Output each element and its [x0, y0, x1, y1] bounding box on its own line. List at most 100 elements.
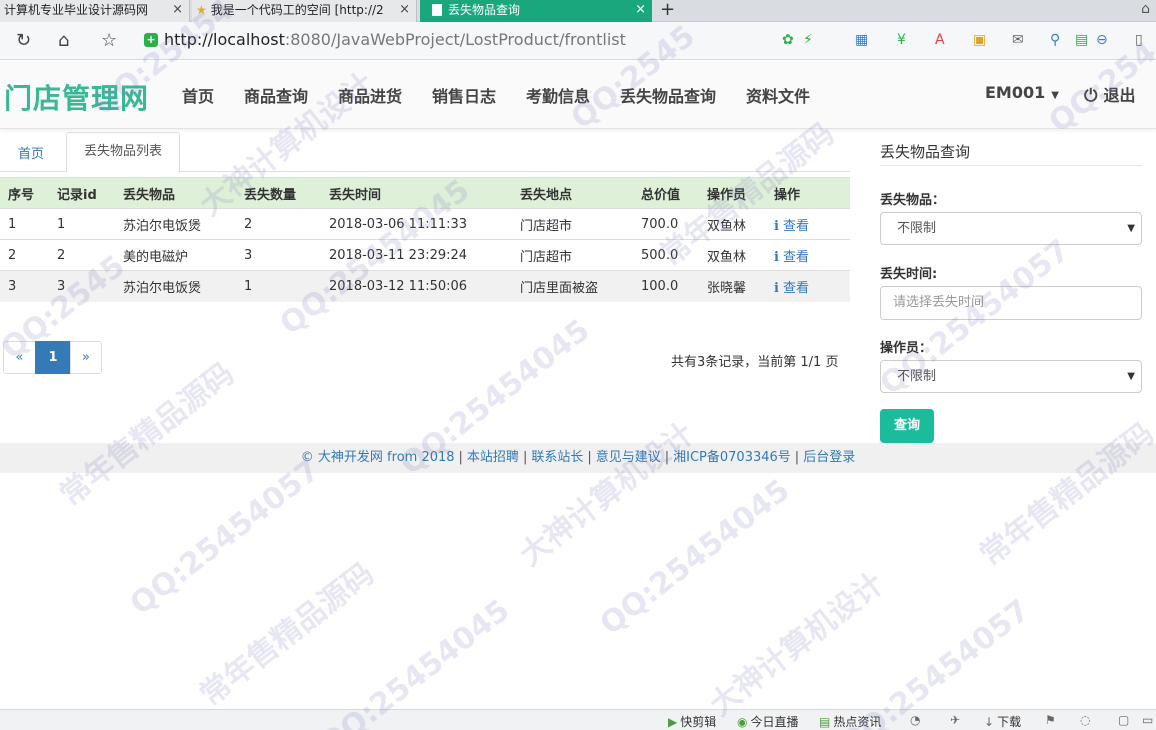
close-icon[interactable]: × [399, 0, 410, 20]
cell-index: 1 [0, 208, 49, 240]
rocket-icon[interactable]: ✈ [950, 713, 960, 727]
column-header: 丢失物品 [115, 177, 236, 209]
footer-copyright[interactable]: © 大神开发网 from 2018 [301, 450, 455, 465]
watermark-text: QQ:25454057 [123, 452, 327, 623]
user-name: EM001 [985, 83, 1046, 102]
circle-play-icon: ◉ [737, 715, 748, 729]
site-brand[interactable]: 门店管理网 [4, 77, 149, 117]
search-icon[interactable]: ⚲ [1050, 32, 1060, 48]
apps-icon[interactable]: ▦ [855, 32, 868, 48]
view-link[interactable]: i 查看 [774, 219, 809, 234]
page-1-button[interactable]: 1 [35, 341, 71, 374]
search-panel-title: 丢失物品查询 [880, 143, 971, 161]
zoom-icon[interactable]: ▭ [1142, 713, 1153, 727]
document-icon [432, 4, 442, 16]
url-field[interactable]: + http://localhost:8080/JavaWebProject/L… [140, 28, 840, 54]
column-header: 序号 [0, 177, 49, 209]
download-button[interactable]: ↓ 下载 [984, 713, 1021, 730]
reader-icon[interactable]: ▤ [1075, 32, 1088, 48]
tab-title: 计算机专业毕业设计源码网 [4, 3, 149, 17]
footer-link-icp[interactable]: 湘ICP备0703346号 [673, 450, 791, 465]
cell-value: 500.0 [633, 239, 699, 271]
site-footer: © 大神开发网 from 2018 | 本站招聘 | 联系站长 | 意见与建议 | 湘ICP备0… [0, 443, 1156, 473]
browser-tab-active[interactable]: 丢失物品查询 × [420, 0, 652, 22]
browser-tab[interactable]: 计算机专业毕业设计源码网 × [0, 0, 190, 22]
home-icon[interactable]: ⌂ [58, 30, 69, 51]
live-button[interactable]: ◉ 今日直播 [737, 713, 799, 730]
cell-quantity: 3 [236, 239, 321, 271]
flag-icon[interactable]: ⚑ [1045, 713, 1056, 727]
nav-item-documents[interactable]: 资料文件 [746, 83, 810, 107]
download-icon: ↓ [984, 715, 995, 729]
breadcrumb: 首页 丢失物品列表 [0, 130, 850, 173]
minus-circle-icon[interactable]: ⊖ [1096, 32, 1108, 48]
product-select-value: 不限制 [897, 221, 937, 236]
info-icon: i [774, 218, 779, 234]
cell-operator: 双鱼林 [699, 208, 766, 240]
cell-place: 门店超市 [512, 239, 633, 271]
nav-item-home[interactable]: 首页 [182, 83, 214, 107]
close-icon[interactable]: × [172, 0, 183, 20]
breadcrumb-home[interactable]: 首页 [18, 143, 44, 162]
extension-icon[interactable]: ✿ [782, 32, 794, 48]
cell-quantity: 2 [236, 208, 321, 240]
cell-action: i 查看 [766, 208, 850, 240]
phone-icon[interactable]: ▯ [1135, 32, 1143, 48]
footer-link-feedback[interactable]: 意见与建议 [596, 450, 661, 465]
mail-icon[interactable]: ✉ [1012, 32, 1024, 48]
speed-icon[interactable]: ◔ [910, 713, 920, 727]
shirt-icon[interactable]: ⌂ [1141, 1, 1150, 17]
watermark-text: 常年售精品源码 [973, 416, 1156, 574]
screenshot-icon[interactable]: ▣ [973, 32, 986, 48]
nav-item-sales-log[interactable]: 销售日志 [432, 83, 496, 107]
query-button[interactable]: 查询 [880, 409, 934, 443]
nav-item-stock-in[interactable]: 商品进货 [338, 83, 402, 107]
cell-product: 苏泊尔电饭煲 [115, 208, 236, 240]
new-tab-button[interactable]: + [660, 0, 675, 20]
column-header: 丢失时间 [321, 177, 512, 209]
browser-tab-strip: 计算机专业毕业设计源码网 × ★ 我是一个代码工的空间 [http://2 × 丢… [0, 0, 1156, 22]
tab-lost-list[interactable]: 丢失物品列表 [66, 132, 180, 173]
table-row: 1 1 苏泊尔电饭煲 2 2018-03-06 11:11:33 门店超市 70… [0, 208, 850, 240]
browser-icon[interactable]: ◌ [1080, 713, 1090, 727]
operator-select[interactable]: 不限制 ▼ [880, 360, 1142, 393]
news-button[interactable]: ▤ 热点资讯 [819, 713, 881, 730]
browser-tab[interactable]: ★ 我是一个代码工的空间 [http://2 × [192, 0, 417, 22]
view-link[interactable]: i 查看 [774, 250, 809, 265]
user-menu[interactable]: EM001 ▼ [985, 83, 1059, 102]
tab-title: 我是一个代码工的空间 [http://2 [210, 3, 384, 17]
reload-icon[interactable]: ↻ [16, 30, 31, 51]
window-icon[interactable]: ▢ [1118, 713, 1129, 727]
prev-page-button[interactable]: « [3, 341, 36, 374]
money-icon[interactable]: ¥ [897, 32, 906, 48]
operator-select-value: 不限制 [897, 369, 937, 384]
nav-item-lost-query[interactable]: 丢失物品查询 [620, 83, 716, 107]
logout-button[interactable]: ⏻ 退出 [1084, 82, 1135, 106]
next-page-button[interactable]: » [70, 341, 102, 374]
caret-down-icon: ▼ [1051, 90, 1059, 101]
cell-index: 3 [0, 270, 49, 302]
product-select[interactable]: 不限制 ▼ [880, 212, 1142, 245]
cell-product: 美的电磁炉 [115, 239, 236, 271]
nav-item-product-query[interactable]: 商品查询 [244, 83, 308, 107]
cell-time: 2018-03-11 23:29:24 [321, 239, 512, 271]
translate-icon[interactable]: A [935, 32, 945, 48]
time-input[interactable]: 请选择丢失时间 [880, 286, 1142, 320]
footer-link-admin-login[interactable]: 后台登录 [803, 450, 855, 465]
cell-value: 100.0 [633, 270, 699, 302]
view-link[interactable]: i 查看 [774, 281, 809, 296]
quick-clip-button[interactable]: ▶ 快剪辑 [668, 713, 716, 730]
cell-action: i 查看 [766, 239, 850, 271]
nav-item-attendance[interactable]: 考勤信息 [526, 83, 590, 107]
record-summary: 共有3条记录，当前第 1/1 页 [671, 355, 839, 370]
lightning-icon[interactable]: ⚡ [803, 32, 813, 48]
table-header-row: 序号 记录id 丢失物品 丢失数量 丢失时间 丢失地点 总价值 操作员 操作 [0, 177, 850, 209]
cell-id: 3 [49, 270, 115, 302]
column-header: 丢失数量 [236, 177, 321, 209]
watermark-text: 大神计算机设计 [703, 566, 891, 724]
bookmark-star-icon[interactable]: ☆ [101, 30, 117, 51]
close-icon[interactable]: × [635, 0, 646, 20]
footer-link-contact[interactable]: 联系站长 [531, 450, 583, 465]
watermark-text: 大神计算机设计 [513, 416, 701, 574]
footer-link-jobs[interactable]: 本站招聘 [467, 450, 519, 465]
